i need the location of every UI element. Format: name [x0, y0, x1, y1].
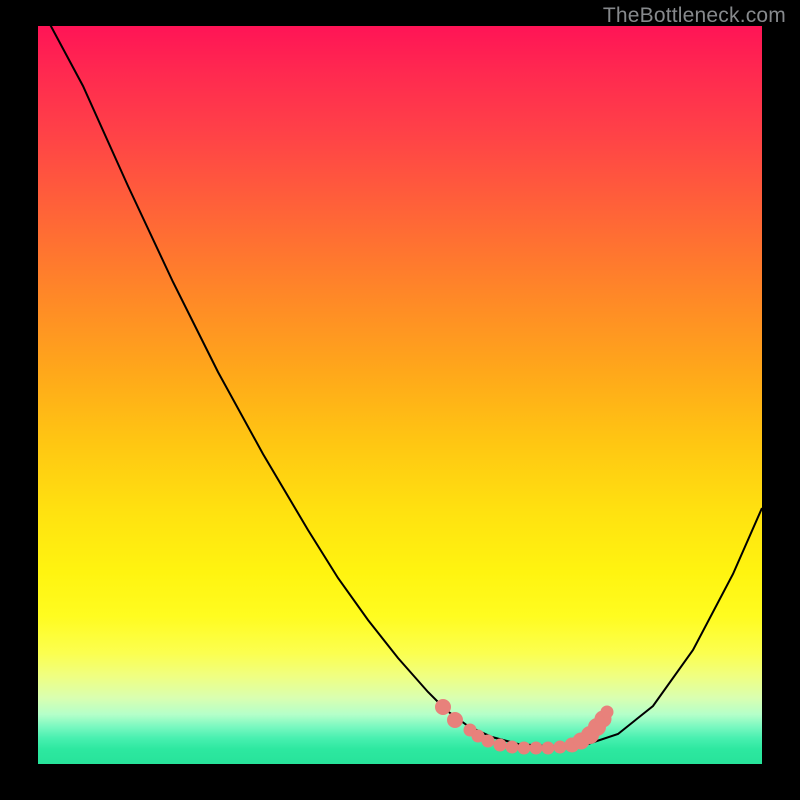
plot-area [38, 26, 762, 764]
curve-marker [554, 741, 566, 753]
watermark-text: TheBottleneck.com [603, 4, 786, 28]
curve-marker [448, 713, 463, 728]
bottleneck-curve [38, 26, 762, 746]
curve-markers [436, 700, 614, 755]
curve-marker [506, 741, 518, 753]
curve-marker [601, 706, 613, 718]
chart-frame: TheBottleneck.com [0, 0, 800, 800]
curve-marker [482, 735, 494, 747]
curve-marker [518, 742, 530, 754]
curve-marker [494, 739, 506, 751]
curve-svg [38, 26, 762, 764]
curve-marker [436, 700, 451, 715]
curve-marker [542, 742, 554, 754]
curve-marker [530, 742, 542, 754]
